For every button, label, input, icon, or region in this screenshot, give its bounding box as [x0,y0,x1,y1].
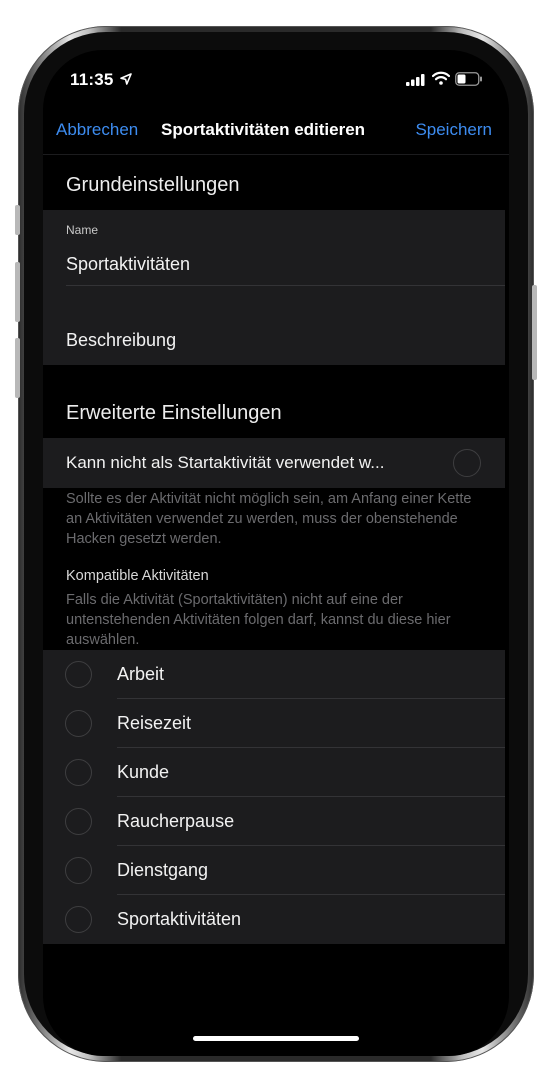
cancel-button[interactable]: Abbrechen [56,120,138,140]
activity-checkbox[interactable] [65,759,92,786]
home-indicator[interactable] [193,1036,359,1041]
app-screen: 11:35 Abbrechen Sportaktivitäten editier… [43,50,509,1056]
activity-label: Raucherpause [117,811,235,831]
field-divider [66,285,505,286]
save-button[interactable]: Speichern [415,120,492,140]
activity-row[interactable]: Sportaktivitäten [43,895,505,944]
compatible-activities-header: Kompatible Aktivitäten [66,568,209,584]
section-header-advanced: Erweiterte Einstellungen [66,402,282,424]
activity-row[interactable]: Arbeit [43,650,505,699]
basic-settings-group: Name Sportaktivitäten Beschreibung [43,210,505,365]
start-activity-toggle-label: Kann nicht als Startaktivität verwendet … [66,453,385,472]
wifi-icon [432,71,450,85]
compatible-activities-footnote: Falls die Aktivität (Sportaktivitäten) n… [66,592,451,648]
page-title: Sportaktivitäten editieren [161,120,366,139]
status-time: 11:35 [70,70,114,89]
description-input[interactable]: Beschreibung [66,330,176,351]
activity-checkbox[interactable] [65,808,92,835]
activity-checkbox[interactable] [65,661,92,688]
side-button-mute [15,205,20,235]
battery-icon [455,72,482,86]
activity-label: Arbeit [117,664,165,684]
activity-checkbox[interactable] [65,710,92,737]
start-activity-toggle-row[interactable]: Kann nicht als Startaktivität verwendet … [43,438,505,488]
side-button-volume-down [15,338,20,398]
activity-label: Dienstgang [117,860,209,880]
side-button-volume-up [15,262,20,322]
location-arrow-icon [120,73,132,85]
activity-row[interactable]: Raucherpause [43,797,505,846]
name-input[interactable]: Sportaktivitäten [66,254,190,275]
start-activity-checkbox[interactable] [453,449,481,477]
activity-row[interactable]: Kunde [43,748,505,797]
activity-label: Reisezeit [117,713,192,733]
name-field-label: Name [66,223,99,237]
navigation-bar: Abbrechen Sportaktivitäten editieren Spe… [43,108,509,154]
compatible-activities-list: Arbeit Reisezeit Kunde Raucherpause Dien… [43,650,505,944]
activity-label: Sportaktivitäten [117,909,242,929]
side-button-power [532,285,537,380]
activity-row[interactable]: Dienstgang [43,846,505,895]
activity-checkbox[interactable] [65,857,92,884]
activity-checkbox[interactable] [65,906,92,933]
activity-label: Kunde [117,762,170,782]
toggle-footnote: Sollte es der Aktivität nicht möglich se… [66,491,472,547]
cellular-signal-icon [406,74,425,86]
section-header-basic: Grundeinstellungen [66,174,240,196]
status-bar: 11:35 [43,50,509,108]
activity-row[interactable]: Reisezeit [43,699,505,748]
nav-divider [43,154,509,155]
